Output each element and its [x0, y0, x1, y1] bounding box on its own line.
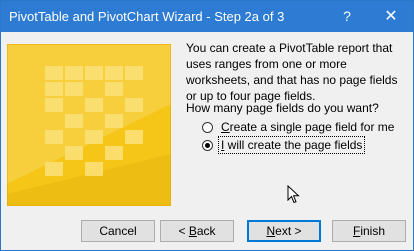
- back-button[interactable]: < Back: [160, 220, 234, 242]
- radio-create-page-fields[interactable]: [202, 139, 213, 151]
- wizard-dialog: PivotTable and PivotChart Wizard - Step …: [0, 0, 414, 251]
- next-button[interactable]: Next >: [247, 220, 321, 242]
- finish-button[interactable]: Finish: [332, 220, 406, 242]
- cancel-button[interactable]: Cancel: [81, 220, 155, 242]
- description-text: You can create a PivotTable report that …: [186, 41, 398, 103]
- close-button[interactable]: ✕: [371, 1, 411, 32]
- mouse-pointer-icon: [287, 185, 300, 204]
- option-label-single[interactable]: Create a single page field for me: [219, 119, 396, 135]
- title-bar: PivotTable and PivotChart Wizard - Step …: [1, 1, 413, 32]
- option-create-page-fields[interactable]: I will create the page fields: [202, 136, 366, 154]
- page-fields-question: How many page fields do you want?: [186, 101, 379, 115]
- option-label-create[interactable]: I will create the page fields: [217, 136, 366, 154]
- window-title: PivotTable and PivotChart Wizard - Step …: [9, 9, 285, 24]
- radio-single-page-field[interactable]: [202, 121, 213, 133]
- help-button[interactable]: ?: [327, 1, 367, 32]
- option-single-page-field[interactable]: Create a single page field for me: [202, 118, 396, 136]
- spreadsheet-illustration: [7, 44, 171, 206]
